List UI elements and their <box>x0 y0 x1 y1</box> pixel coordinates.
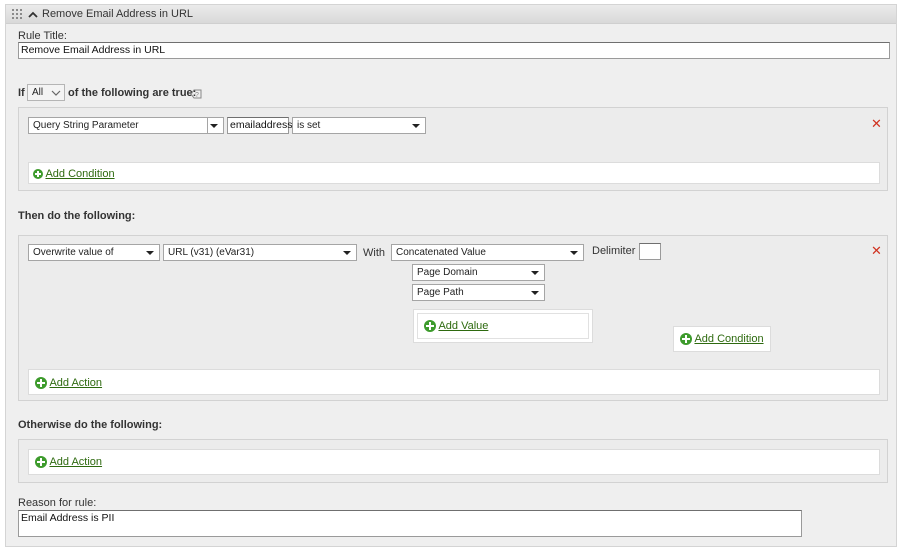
otherwise-label: Otherwise do the following: <box>18 419 163 431</box>
rule-title-input[interactable]: Remove Email Address in URL <box>18 42 890 59</box>
if-label: If <box>18 87 25 99</box>
delimiter-label: Delimiter <box>592 245 636 257</box>
dropdown-arrow-icon <box>412 124 420 128</box>
dropdown-arrow-icon <box>531 291 539 295</box>
match-type-value: All <box>32 87 44 98</box>
condition-parameter-input[interactable]: emailaddress <box>227 117 292 134</box>
action-target-value: URL (v31) (eVar31) <box>168 247 255 258</box>
reason-textarea[interactable]: Email Address is PII <box>18 510 802 537</box>
plus-circle-icon <box>424 320 436 333</box>
plus-circle-icon <box>35 456 47 469</box>
dropdown-arrow-icon <box>570 251 578 255</box>
concat-value-2: Page Path <box>417 287 464 298</box>
chevron-up-icon[interactable] <box>28 9 38 19</box>
add-condition-button[interactable]: Add Condition <box>33 168 115 180</box>
dropdown-arrow-icon <box>531 271 539 275</box>
add-value-box: Add Value <box>413 309 593 343</box>
add-value-button[interactable]: Add Value <box>424 320 488 333</box>
add-action-condition-box: Add Condition <box>673 326 771 352</box>
dropdown-arrow-icon <box>146 251 154 255</box>
actions-panel: Overwrite value of URL (v31) (eVar31) Wi… <box>18 235 888 401</box>
otherwise-add-action-button[interactable]: Add Action <box>35 456 102 469</box>
add-condition-row: Add Condition <box>28 162 880 184</box>
plus-circle-icon <box>33 169 43 180</box>
with-value: Concatenated Value <box>396 247 486 258</box>
reason-label: Reason for rule: <box>18 497 97 509</box>
condition-field-value: Query String Parameter <box>33 120 139 131</box>
add-condition-link[interactable]: Add Condition <box>45 168 114 180</box>
remove-condition-icon[interactable]: ✕ <box>871 117 882 130</box>
concat-value-select-1[interactable]: Page Domain <box>412 264 545 281</box>
with-label: With <box>363 247 385 259</box>
plus-circle-icon <box>680 333 692 346</box>
condition-operator-value: is set <box>297 120 321 131</box>
then-label: Then do the following: <box>18 210 136 222</box>
rule-title-label: Rule Title: <box>18 30 67 42</box>
match-type-select[interactable]: All <box>27 84 65 101</box>
add-action-condition-button[interactable]: Add Condition <box>680 333 764 346</box>
add-action-row: Add Action <box>28 369 880 395</box>
plus-circle-icon <box>35 377 47 390</box>
add-action-condition-link[interactable]: Add Condition <box>694 333 763 345</box>
add-action-button[interactable]: Add Action <box>35 377 102 390</box>
rule-header-bar[interactable]: Remove Email Address in URL <box>6 5 896 24</box>
add-value-link[interactable]: Add Value <box>438 320 488 332</box>
action-operation-value: Overwrite value of <box>33 247 114 258</box>
condition-field-select[interactable]: Query String Parameter <box>28 117 224 134</box>
rule-editor-panel: Remove Email Address in URL Rule Title: … <box>5 4 897 547</box>
otherwise-add-action-row: Add Action <box>28 449 880 475</box>
with-value-select[interactable]: Concatenated Value <box>391 244 584 261</box>
drag-handle-icon[interactable] <box>12 9 22 19</box>
concat-value-select-2[interactable]: Page Path <box>412 284 545 301</box>
rule-name-heading: Remove Email Address in URL <box>42 8 194 20</box>
dropdown-arrow-icon <box>343 251 351 255</box>
delimiter-input[interactable] <box>639 243 661 260</box>
dropdown-arrow-icon <box>210 124 218 128</box>
action-target-select[interactable]: URL (v31) (eVar31) <box>163 244 357 261</box>
svg-text:?: ? <box>195 92 199 99</box>
otherwise-panel: Add Action <box>18 439 888 483</box>
otherwise-add-action-link[interactable]: Add Action <box>49 456 102 468</box>
chevron-down-icon <box>51 90 61 96</box>
action-operation-select[interactable]: Overwrite value of <box>28 244 160 261</box>
help-icon[interactable]: ? <box>190 89 202 99</box>
add-action-link[interactable]: Add Action <box>49 377 102 389</box>
following-true-label: of the following are true: <box>68 87 197 99</box>
remove-action-icon[interactable]: ✕ <box>871 244 882 257</box>
condition-operator-select[interactable]: is set <box>292 117 426 134</box>
concat-value-1: Page Domain <box>417 267 478 278</box>
conditions-panel: Query String Parameter emailaddress is s… <box>18 107 888 191</box>
